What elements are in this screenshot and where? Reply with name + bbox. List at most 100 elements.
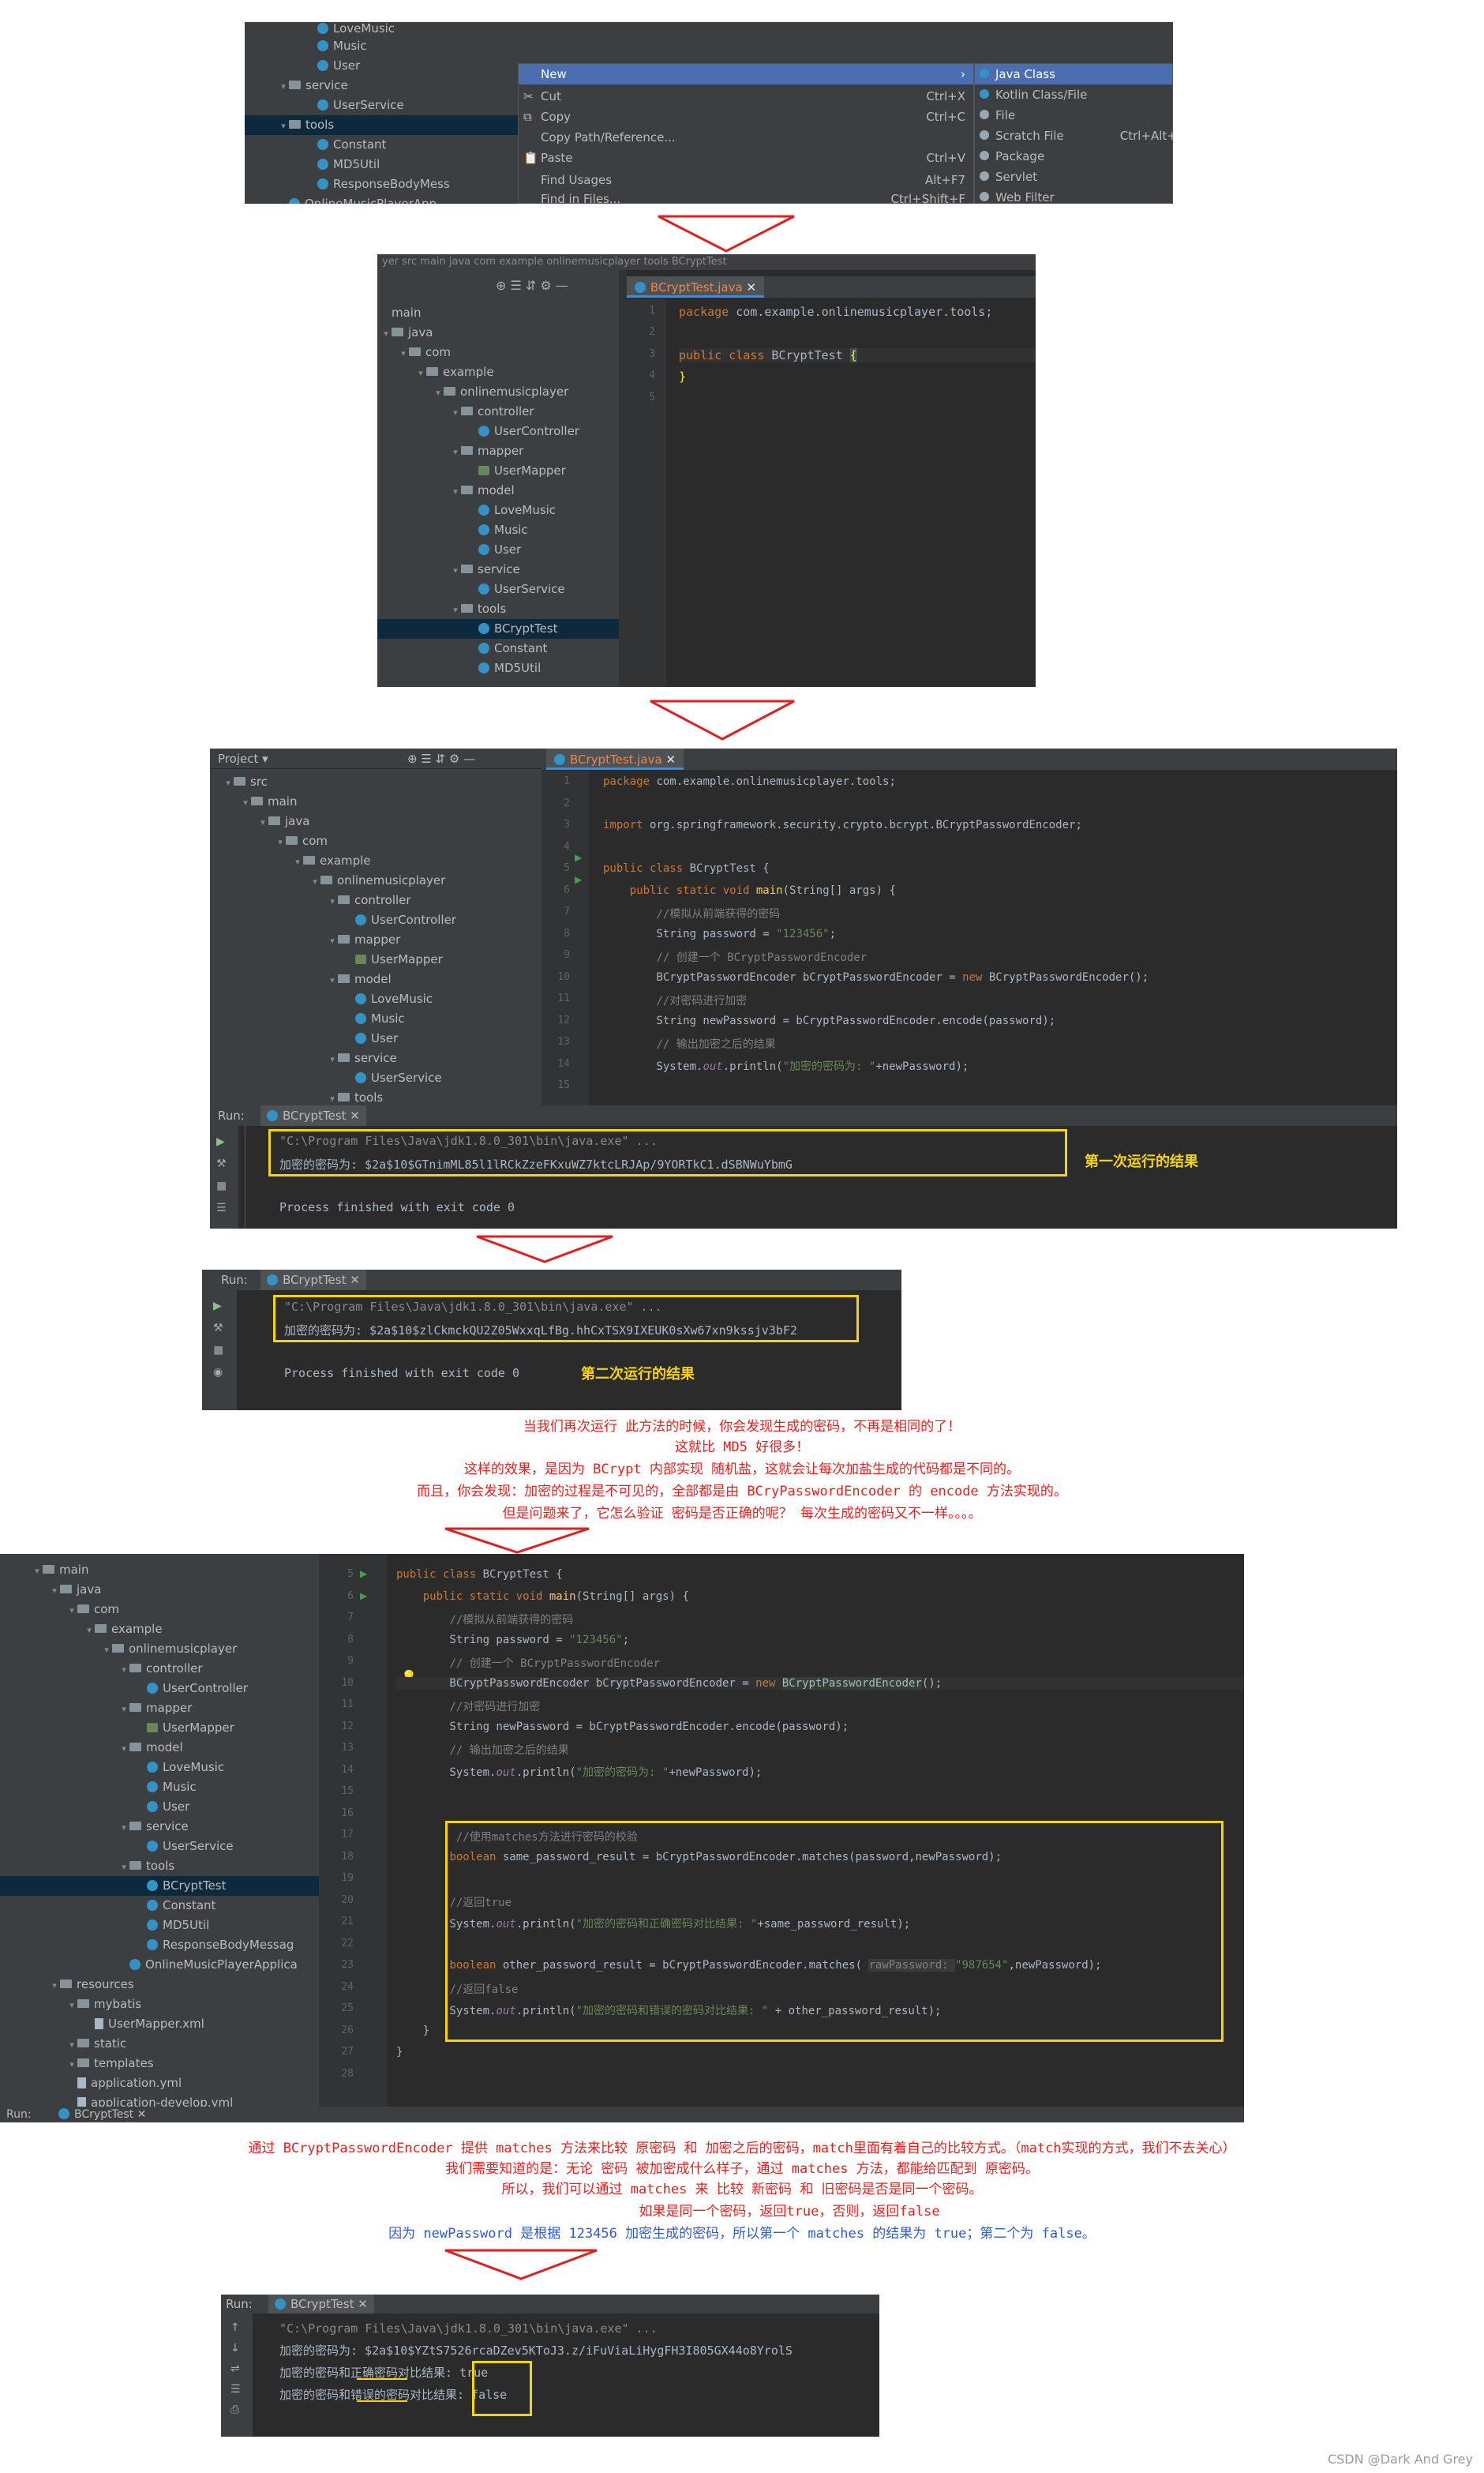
tree-item[interactable]: Music (0, 1777, 319, 1797)
tree-item[interactable]: ▾ static (0, 2034, 319, 2054)
tree-item[interactable]: ▾ tools (377, 599, 622, 619)
tree-item[interactable]: application-develop.yml (0, 2093, 319, 2107)
tree-item[interactable]: ▾ main (210, 792, 542, 812)
camera-icon[interactable]: ◉ (213, 1366, 227, 1379)
tree-item[interactable]: ▾ controller (0, 1659, 319, 1679)
menu-item[interactable]: ✂ Cut Ctrl+X (519, 86, 973, 107)
tree-item[interactable]: User (0, 1797, 319, 1817)
tree-item[interactable]: ▾ java (377, 323, 622, 343)
tree-item[interactable]: ▾ model (210, 970, 542, 989)
tree-item[interactable]: ▾ model (0, 1738, 319, 1758)
editor-tab[interactable]: BCryptTest.java ✕ (546, 749, 684, 770)
submenu-item[interactable]: Package (975, 146, 1172, 167)
tree-item[interactable]: ▾ com (0, 1600, 319, 1619)
tree-item[interactable]: Music (245, 36, 521, 56)
tree-item[interactable]: ▾ com (377, 343, 622, 362)
tree-item[interactable]: ▾ onlinemusicplayer (210, 871, 542, 891)
tree-item[interactable]: ResponseBodyMess (245, 174, 521, 194)
tree-item[interactable]: LoveMusic (377, 501, 622, 520)
menu-item[interactable]: Copy Path/Reference... (519, 127, 973, 148)
menu-item[interactable]: Find Usages Alt+F7 (519, 170, 973, 190)
tree-item[interactable]: OnlineMusicPlayerApp (245, 194, 521, 204)
tree-item[interactable]: LoveMusic (210, 989, 542, 1009)
wrap-icon[interactable]: ⇌ (230, 2362, 245, 2375)
tree-item[interactable]: UserMapper (377, 461, 622, 481)
tree-item[interactable]: ▾ mapper (210, 930, 542, 950)
menu-item[interactable]: ⧉ Copy Ctrl+C (519, 107, 973, 127)
tree-item[interactable]: User (210, 1029, 542, 1049)
filter-icon[interactable]: ☰ (230, 2383, 245, 2396)
up-icon[interactable]: ↑ (230, 2321, 245, 2334)
tree-item[interactable]: ▾ service (245, 76, 521, 96)
run-tab[interactable]: BCryptTest ✕ (260, 1270, 366, 1290)
tree-item[interactable]: UserMapper.xml (0, 2014, 319, 2034)
tree-item[interactable]: ▾ service (210, 1049, 542, 1068)
stop-icon[interactable]: ■ (216, 1180, 230, 1192)
tree-item[interactable]: Constant (377, 639, 622, 659)
tree-item[interactable]: main (377, 303, 622, 323)
stop-icon[interactable]: ■ (213, 1344, 227, 1357)
tree-item[interactable]: UserService (0, 1837, 319, 1856)
tree-item[interactable]: UserMapper (210, 950, 542, 970)
tree-item[interactable]: MD5Util (377, 659, 622, 678)
tree-item[interactable]: ▾ java (210, 812, 542, 831)
editor-tab[interactable]: BCryptTest.java ✕ (627, 276, 765, 298)
tree-item[interactable]: ▾ mapper (377, 441, 622, 461)
submenu-item[interactable]: Scratch FileCtrl+Alt+Shift (975, 126, 1173, 146)
tree-item[interactable]: ResponseBodyMessag (0, 1935, 319, 1955)
project-header[interactable]: Project ▾ ⊕ ☰ ⇵ ⚙ — (210, 749, 542, 769)
tree-item[interactable]: ▾ tools (245, 115, 521, 135)
tree-item[interactable]: ▾ example (210, 851, 542, 871)
tree-item[interactable]: Constant (0, 1896, 319, 1916)
submenu-item[interactable]: Web Filter (975, 187, 1172, 204)
tree-item[interactable]: ▾ onlinemusicplayer (0, 1639, 319, 1659)
rerun-icon[interactable]: ▶ (213, 1300, 227, 1312)
run-tab[interactable]: BCryptTest ✕ (260, 1105, 366, 1126)
tree-item[interactable]: ▾ controller (210, 891, 542, 910)
project-toolbar[interactable]: ⊕ ☰ ⇵ ⚙ — (377, 278, 622, 295)
tree-item[interactable]: ▾ example (0, 1619, 319, 1639)
tree-item[interactable]: User (377, 540, 622, 560)
menu-item[interactable]: New › (519, 64, 973, 84)
tree-item[interactable]: ▾ tools (0, 1856, 319, 1876)
tree-item[interactable]: Music (377, 520, 622, 540)
tree-item[interactable]: Constant (245, 135, 521, 155)
tree-item[interactable]: BCryptTest (0, 1876, 319, 1896)
tree-item[interactable]: UserController (210, 910, 542, 930)
down-icon[interactable]: ↓ (230, 2342, 245, 2355)
tree-item[interactable]: UserService (245, 96, 521, 115)
tree-item[interactable]: UserController (0, 1679, 319, 1698)
tree-item[interactable]: ▾ mybatis (0, 1995, 319, 2014)
menu-icon[interactable]: ☰ (216, 1202, 230, 1214)
tree-item[interactable]: OnlineMusicPlayerApplica (0, 1955, 319, 1975)
tree-item[interactable]: ▾ src (210, 772, 542, 792)
wrench-icon[interactable]: ⚒ (216, 1158, 230, 1170)
tree-item[interactable]: ▾ onlinemusicplayer (377, 382, 622, 402)
tree-item[interactable]: LoveMusic (0, 1758, 319, 1777)
tree-item[interactable]: ▾ example (377, 362, 622, 382)
tree-item[interactable]: UserService (377, 580, 622, 599)
submenu-item[interactable]: Kotlin Class/File (975, 84, 1172, 105)
tree-item[interactable]: ▾ resources (0, 1975, 319, 1995)
tree-item[interactable]: ▾ tools (210, 1088, 542, 1105)
menu-item[interactable]: 📋 Paste Ctrl+V (519, 148, 973, 168)
tree-item[interactable]: MD5Util (0, 1916, 319, 1935)
tree-item[interactable]: ▾ templates (0, 2054, 319, 2073)
tree-item[interactable]: ▾ service (0, 1817, 319, 1837)
tree-item[interactable]: UserMapper (0, 1718, 319, 1738)
menu-item[interactable]: Find in Files... Ctrl+Shift+F (519, 189, 973, 204)
tree-item[interactable]: MD5Util (245, 155, 521, 174)
wrench-icon[interactable]: ⚒ (213, 1322, 227, 1334)
tree-item[interactable]: UserController (377, 422, 622, 441)
rerun-icon[interactable]: ▶ (216, 1135, 230, 1148)
run-tab[interactable]: BCryptTest ✕ (268, 2295, 374, 2314)
tree-item[interactable]: ▾ mapper (0, 1698, 319, 1718)
tree-item[interactable]: ▾ java (0, 1580, 319, 1600)
submenu-item[interactable]: File (975, 105, 1172, 126)
submenu-item[interactable]: Servlet (975, 167, 1172, 187)
tree-item[interactable]: application.yml (0, 2073, 319, 2093)
tree-item[interactable]: ▾ service (377, 560, 622, 580)
tree-item[interactable]: Music (210, 1009, 542, 1029)
tree-item[interactable]: ▾ main (0, 1560, 319, 1580)
tree-item[interactable]: BCryptTest (377, 619, 622, 639)
